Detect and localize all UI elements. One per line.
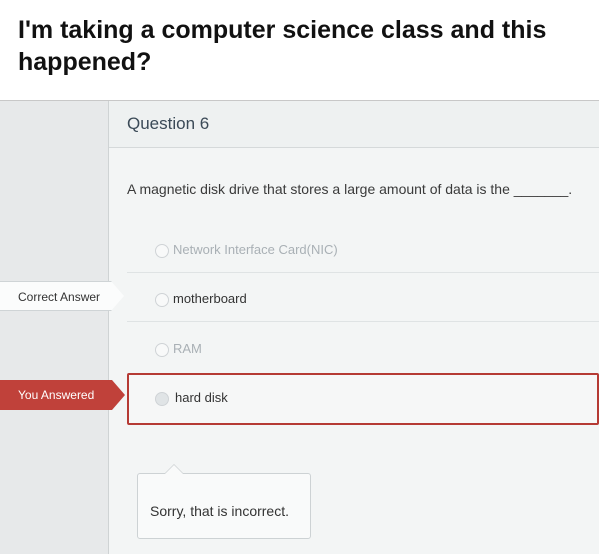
answer-option-motherboard[interactable]: motherboard (127, 278, 599, 322)
answer-tag-gutter (0, 101, 109, 554)
meme-caption: I'm taking a computer science class and … (18, 16, 547, 76)
you-answered-tag: You Answered (0, 380, 125, 410)
answer-label: RAM (173, 341, 202, 356)
radio-button[interactable] (155, 293, 169, 307)
question-header: Question 6 (109, 101, 599, 148)
feedback-box: Sorry, that is incorrect. (137, 464, 311, 539)
answer-option-ram[interactable]: RAM (127, 328, 599, 372)
question-title: Question 6 (127, 114, 210, 133)
question-text: A magnetic disk drive that stores a larg… (127, 181, 573, 197)
answer-option-hard-disk[interactable]: hard disk (127, 373, 599, 425)
radio-button-selected[interactable] (155, 392, 169, 406)
quiz-screen: Question 6 A magnetic disk drive that st… (0, 100, 599, 554)
feedback-text: Sorry, that is incorrect. (150, 503, 290, 519)
answer-label: hard disk (175, 390, 228, 405)
answer-option-nic[interactable]: Network Interface Card(NIC) (127, 229, 599, 273)
answer-divider (127, 272, 599, 273)
radio-button[interactable] (155, 343, 169, 357)
answer-divider (127, 321, 599, 322)
correct-answer-tag: Correct Answer (0, 281, 124, 311)
answer-label: Network Interface Card(NIC) (173, 242, 338, 257)
answer-label: motherboard (173, 291, 247, 306)
radio-button[interactable] (155, 244, 169, 258)
